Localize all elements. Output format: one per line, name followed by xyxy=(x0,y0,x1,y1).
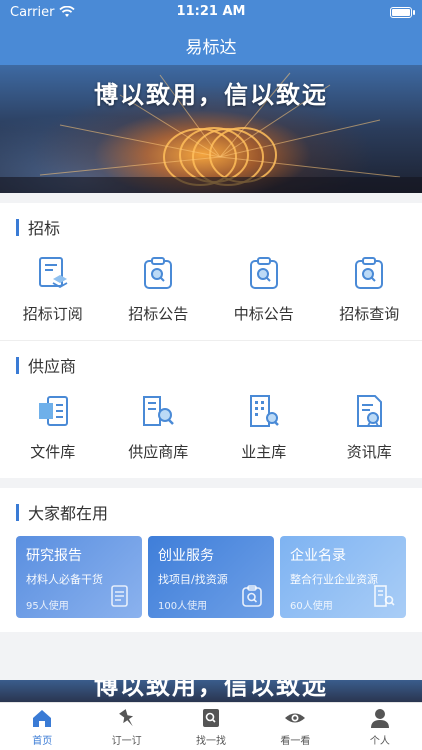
grid-item-label: 招标查询 xyxy=(339,305,400,323)
building-search-icon xyxy=(249,395,279,427)
grid-item-label: 中标公告 xyxy=(233,305,294,323)
tab-label: 首页 xyxy=(32,735,53,747)
bottom-banner-slogan: 博以致用，信以致远 xyxy=(94,680,328,700)
popular-section: 大家都在用 研究报告 材料人必备干货 95人使用 创业服务 找项目/找资源 10… xyxy=(0,488,422,632)
card-title: 研究报告 xyxy=(26,548,82,564)
supplier-section-header: 供应商 xyxy=(0,341,422,389)
section-accent-bar xyxy=(16,503,19,521)
section-accent-bar xyxy=(16,356,19,374)
bidding-section: 招标 招标订阅 招标公告 中标公告 招标查询 供应商 文件库 供应商库 业主库 … xyxy=(0,203,422,478)
news-doc-icon xyxy=(357,395,383,427)
banner-image[interactable]: 博以致用，信以致远 xyxy=(0,65,422,193)
card-company-directory[interactable]: 企业名录 整合行业企业资源 60人使用 xyxy=(280,536,406,618)
grid-item-label: 业主库 xyxy=(241,443,287,461)
grid-item-label: 供应商库 xyxy=(128,443,189,461)
tab-subscribe[interactable]: 订一订 xyxy=(84,703,168,750)
building-search-icon xyxy=(374,585,395,607)
bidding-grid: 招标订阅 招标公告 中标公告 招标查询 xyxy=(0,251,422,340)
grid-item-file-library[interactable]: 文件库 xyxy=(0,393,106,462)
grid-item-label: 招标公告 xyxy=(128,305,189,323)
section-accent-bar xyxy=(16,218,19,236)
clipboard-search-icon xyxy=(242,585,262,607)
clipboard-search-icon xyxy=(249,257,278,289)
file-library-icon xyxy=(38,396,68,426)
grid-item-bid-notice[interactable]: 招标公告 xyxy=(106,255,212,324)
home-icon xyxy=(33,709,52,727)
popular-section-header: 大家都在用 xyxy=(0,488,422,536)
tab-label: 订一订 xyxy=(111,735,142,747)
person-icon xyxy=(370,708,389,728)
card-research-report[interactable]: 研究报告 材料人必备干货 95人使用 xyxy=(16,536,142,618)
tab-label: 个人 xyxy=(369,735,390,747)
subscribe-doc-icon xyxy=(38,257,68,289)
eye-icon xyxy=(285,713,306,722)
tab-find[interactable]: 找一找 xyxy=(169,703,253,750)
tab-browse[interactable]: 看一看 xyxy=(253,703,337,750)
clipboard-search-icon xyxy=(144,257,173,289)
app-root: Carrier 11:21 AM 易标达 博以致用，信以致远 招标 招标订阅 招… xyxy=(0,0,422,750)
card-title: 创业服务 xyxy=(158,548,214,564)
supplier-section-title: 供应商 xyxy=(28,357,77,376)
clipboard-search-icon xyxy=(355,257,384,289)
status-bar: Carrier 11:21 AM xyxy=(0,0,422,24)
battery-icon xyxy=(390,6,415,18)
grid-item-label: 文件库 xyxy=(30,443,76,461)
bidding-section-header: 招标 xyxy=(0,203,422,251)
grid-item-bid-subscribe[interactable]: 招标订阅 xyxy=(0,255,106,324)
bidding-section-title: 招标 xyxy=(28,219,61,238)
supplier-grid: 文件库 供应商库 业主库 资讯库 xyxy=(0,389,422,478)
grid-item-label: 招标订阅 xyxy=(22,305,83,323)
popular-cards: 研究报告 材料人必备干货 95人使用 创业服务 找项目/找资源 100人使用 企… xyxy=(0,536,422,632)
search-book-icon xyxy=(203,708,220,727)
header-bar: Carrier 11:21 AM 易标达 xyxy=(0,0,422,65)
grid-item-award-notice[interactable]: 中标公告 xyxy=(211,255,317,324)
grid-item-label: 资讯库 xyxy=(346,443,392,461)
bottom-banner-peek[interactable]: 博以致用，信以致远 xyxy=(0,680,422,702)
tab-bar: 首页 订一订 找一找 看一看 个人 xyxy=(0,702,422,750)
popular-section-title: 大家都在用 xyxy=(28,504,109,523)
grid-item-bid-query[interactable]: 招标查询 xyxy=(317,255,422,324)
tab-profile[interactable]: 个人 xyxy=(338,703,422,750)
status-time: 11:21 AM xyxy=(176,4,246,19)
report-icon xyxy=(111,585,128,607)
card-startup-service[interactable]: 创业服务 找项目/找资源 100人使用 xyxy=(148,536,274,618)
banner-slogan: 博以致用，信以致远 xyxy=(94,81,328,109)
grid-item-supplier-library[interactable]: 供应商库 xyxy=(106,393,212,462)
tab-label: 看一看 xyxy=(280,735,311,747)
tab-home[interactable]: 首页 xyxy=(0,703,84,750)
card-title: 企业名录 xyxy=(290,548,346,564)
grid-item-owner-library[interactable]: 业主库 xyxy=(211,393,317,462)
grid-item-news-library[interactable]: 资讯库 xyxy=(317,393,422,462)
supplier-search-icon xyxy=(143,396,175,426)
pin-icon xyxy=(118,708,133,726)
tab-label: 找一找 xyxy=(196,735,227,747)
page-title: 易标达 xyxy=(185,38,237,58)
